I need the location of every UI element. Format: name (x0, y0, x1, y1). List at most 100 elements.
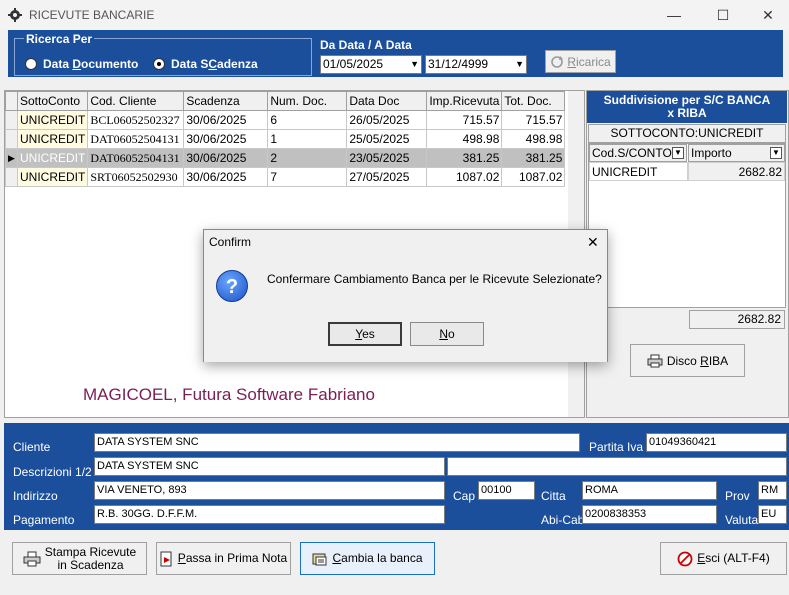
col-header-num-doc[interactable]: Num. Doc. (267, 91, 348, 111)
table-row-selected[interactable]: ▶ UNICREDIT DAT06052504131 30/06/2025 2 … (5, 148, 566, 168)
table-row[interactable]: UNICREDIT BCL06052502327 30/06/2025 6 26… (5, 110, 566, 130)
cell-sottoconto: UNICREDIT (16, 148, 89, 168)
suddivisione-title-2: x RIBA (667, 106, 707, 120)
printer-icon (647, 354, 663, 367)
cell-data-doc: 27/05/2025 (346, 167, 428, 187)
partita-iva-field[interactable]: 01049360421 (646, 433, 787, 452)
cell-num-doc: 2 (267, 148, 348, 168)
prov-field[interactable]: RM (758, 481, 787, 500)
passa-label: Passa in Prima Nota (177, 551, 288, 565)
descrizione-2-field[interactable] (447, 457, 787, 476)
cap-field[interactable]: 00100 (478, 481, 535, 500)
cell-data-doc: 25/05/2025 (346, 129, 428, 149)
cell-importo: 2682.82 (688, 162, 785, 181)
cell-cod-sconto: UNICREDIT (589, 162, 688, 181)
cliente-field[interactable]: DATA SYSTEM SNC (94, 433, 580, 452)
label-valuta: Valuta (725, 513, 759, 527)
passa-prima-nota-button[interactable]: Passa in Prima Nota (156, 542, 291, 575)
col-header-label: Importo (691, 146, 732, 160)
yes-button[interactable]: Yes (328, 322, 402, 346)
col-header-imp-ricevuta[interactable]: Imp.Ricevuta (426, 91, 503, 111)
col-header-label: Cod.S/CONTO (592, 146, 672, 160)
date-from-combo[interactable]: 01/05/2025 ▼ (320, 55, 422, 74)
close-icon[interactable]: ✕ (587, 234, 599, 251)
abi-cab-field[interactable]: 0200838353 (582, 505, 717, 524)
valuta-field[interactable]: EU (758, 505, 787, 524)
col-header-cod-sconto[interactable]: Cod.S/CONTO ▼ (589, 144, 687, 162)
maximize-icon[interactable]: ☐ (700, 0, 746, 30)
date-range-label: Da Data / A Data (320, 38, 412, 52)
cell-cod-cliente: DAT06052504131 (87, 148, 185, 168)
chevron-down-icon[interactable]: ▼ (410, 56, 419, 73)
col-header-scadenza[interactable]: Scadenza (183, 91, 269, 111)
window-title: RICEVUTE BANCARIE (29, 8, 155, 22)
label-pagamento: Pagamento (13, 513, 75, 527)
radio-dot-selected[interactable] (153, 58, 165, 70)
ricevute-table: SottoConto Cod. Cliente Scadenza Num. Do… (5, 91, 566, 187)
table-row[interactable]: UNICREDIT DAT06052504131 30/06/2025 1 25… (5, 129, 566, 149)
row-indicator[interactable] (5, 167, 18, 187)
col-header-importo[interactable]: Importo ▼ (688, 144, 785, 162)
cell-num-doc: 7 (267, 167, 348, 187)
cell-scadenza: 30/06/2025 (183, 129, 269, 149)
cell-sottoconto: UNICREDIT (16, 167, 89, 187)
confirm-dialog: Confirm ✕ ? Confermare Cambiamento Banca… (203, 229, 608, 362)
table-row[interactable]: UNICREDIT SRT06052502930 30/06/2025 7 27… (5, 167, 566, 187)
cell-tot-doc: 715.57 (501, 110, 566, 130)
cell-data-doc: 23/05/2025 (346, 148, 428, 168)
ricarica-button[interactable]: Ricarica (545, 50, 616, 73)
esci-button[interactable]: Esci (ALT-F4) (660, 542, 787, 575)
sottoconto-header: SOTTOCONTO:UNICREDIT (588, 124, 786, 143)
cell-tot-doc: 381.25 (501, 148, 566, 168)
col-header-cod-cliente[interactable]: Cod. Cliente (87, 91, 185, 111)
stampa-label: Stampa Ricevute in Scadenza (44, 544, 137, 572)
cell-imp-ricevuta: 715.57 (426, 110, 503, 130)
row-indicator[interactable] (5, 129, 18, 149)
close-icon[interactable]: ✕ (745, 0, 789, 30)
radio-data-documento[interactable]: Data Documento (25, 57, 138, 71)
pagamento-field[interactable]: R.B. 30GG. D.F.F.M. (94, 505, 445, 524)
disco-riba-button[interactable]: Disco RIBA (630, 344, 745, 377)
exit-icon (677, 551, 693, 566)
dialog-body: ? Confermare Cambiamento Banca per le Ri… (204, 256, 607, 362)
radio-dot[interactable] (25, 58, 37, 70)
cell-num-doc: 6 (267, 110, 348, 130)
app-gear-icon (8, 8, 22, 22)
label-prov: Prov (725, 489, 750, 503)
no-button[interactable]: No (410, 322, 484, 346)
cell-data-doc: 26/05/2025 (346, 110, 428, 130)
cell-scadenza: 30/06/2025 (183, 167, 269, 187)
label-citta: Citta (541, 489, 566, 503)
stampa-ricevute-button[interactable]: Stampa Ricevute in Scadenza (12, 542, 147, 575)
radio-label: Data Documento (43, 57, 139, 71)
refresh-icon (551, 55, 564, 68)
chevron-down-icon[interactable]: ▼ (770, 147, 782, 159)
col-header-data-doc[interactable]: Data Doc (346, 91, 428, 111)
cell-sottoconto: UNICREDIT (16, 129, 89, 149)
cell-imp-ricevuta: 381.25 (426, 148, 503, 168)
cell-scadenza: 30/06/2025 (183, 110, 269, 130)
row-indicator[interactable] (5, 110, 18, 130)
label-indirizzo: Indirizzo (13, 489, 58, 503)
cell-tot-doc: 1087.02 (501, 167, 566, 187)
suddivisione-total: 2682.82 (689, 310, 785, 329)
dialog-message: Confermare Cambiamento Banca per le Rice… (267, 272, 602, 286)
col-header-tot-doc[interactable]: Tot. Doc. (501, 91, 566, 111)
cell-imp-ricevuta: 498.98 (426, 129, 503, 149)
row-pointer-icon[interactable]: ▶ (5, 148, 18, 168)
indirizzo-field[interactable]: VIA VENETO, 893 (94, 481, 445, 500)
label-abi-cab: Abi-Cab (541, 513, 585, 527)
minimize-icon[interactable]: — (651, 0, 697, 30)
radio-data-scadenza[interactable]: Data SCadenza (153, 57, 258, 71)
date-from-value: 01/05/2025 (323, 57, 384, 71)
descrizione-1-field[interactable]: DATA SYSTEM SNC (94, 457, 445, 476)
date-to-combo[interactable]: 31/12/4999 ▼ (425, 55, 527, 74)
cambia-banca-button[interactable]: Cambia la banca (300, 542, 435, 575)
citta-field[interactable]: ROMA (582, 481, 717, 500)
chevron-down-icon[interactable]: ▼ (515, 56, 524, 73)
label-cliente: Cliente (13, 440, 51, 454)
col-header-sottoconto[interactable]: SottoConto (16, 91, 89, 111)
chevron-down-icon[interactable]: ▼ (672, 147, 684, 159)
cell-tot-doc: 498.98 (501, 129, 566, 149)
branding-text: MAGICOEL, Futura Software Fabriano (83, 385, 375, 404)
